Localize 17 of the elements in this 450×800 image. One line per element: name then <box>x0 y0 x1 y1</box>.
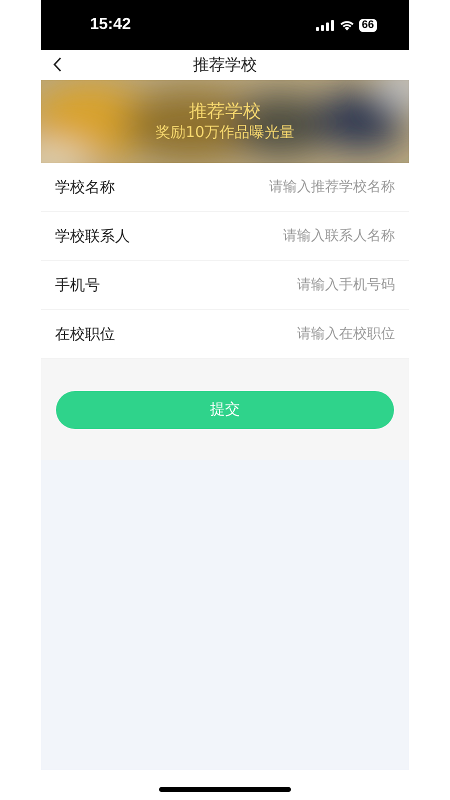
submit-button[interactable]: 提交 <box>56 390 394 428</box>
input-field[interactable]: 请输入手机号码 <box>100 274 395 296</box>
field-label: 学校联系人 <box>55 226 130 247</box>
signal-icon <box>316 20 335 30</box>
field-label: 手机号 <box>55 274 100 296</box>
battery-icon: 66 <box>358 18 377 32</box>
field-label: 学校名称 <box>55 176 115 198</box>
field-label: 在校职位 <box>55 324 115 345</box>
back-icon[interactable] <box>53 57 62 72</box>
banner-title: 推荐学校 <box>189 100 261 124</box>
banner-subtitle: 奖励10万作品曝光量 <box>155 123 295 143</box>
wifi-icon <box>338 19 355 31</box>
input-field[interactable]: 请输入推荐学校名称 <box>115 176 395 198</box>
input-field[interactable]: 请输入在校职位 <box>115 324 395 344</box>
page-title: 推荐学校 <box>193 54 257 76</box>
status-time: 15:42 <box>90 15 131 35</box>
input-field[interactable]: 请输入联系人名称 <box>130 226 395 246</box>
